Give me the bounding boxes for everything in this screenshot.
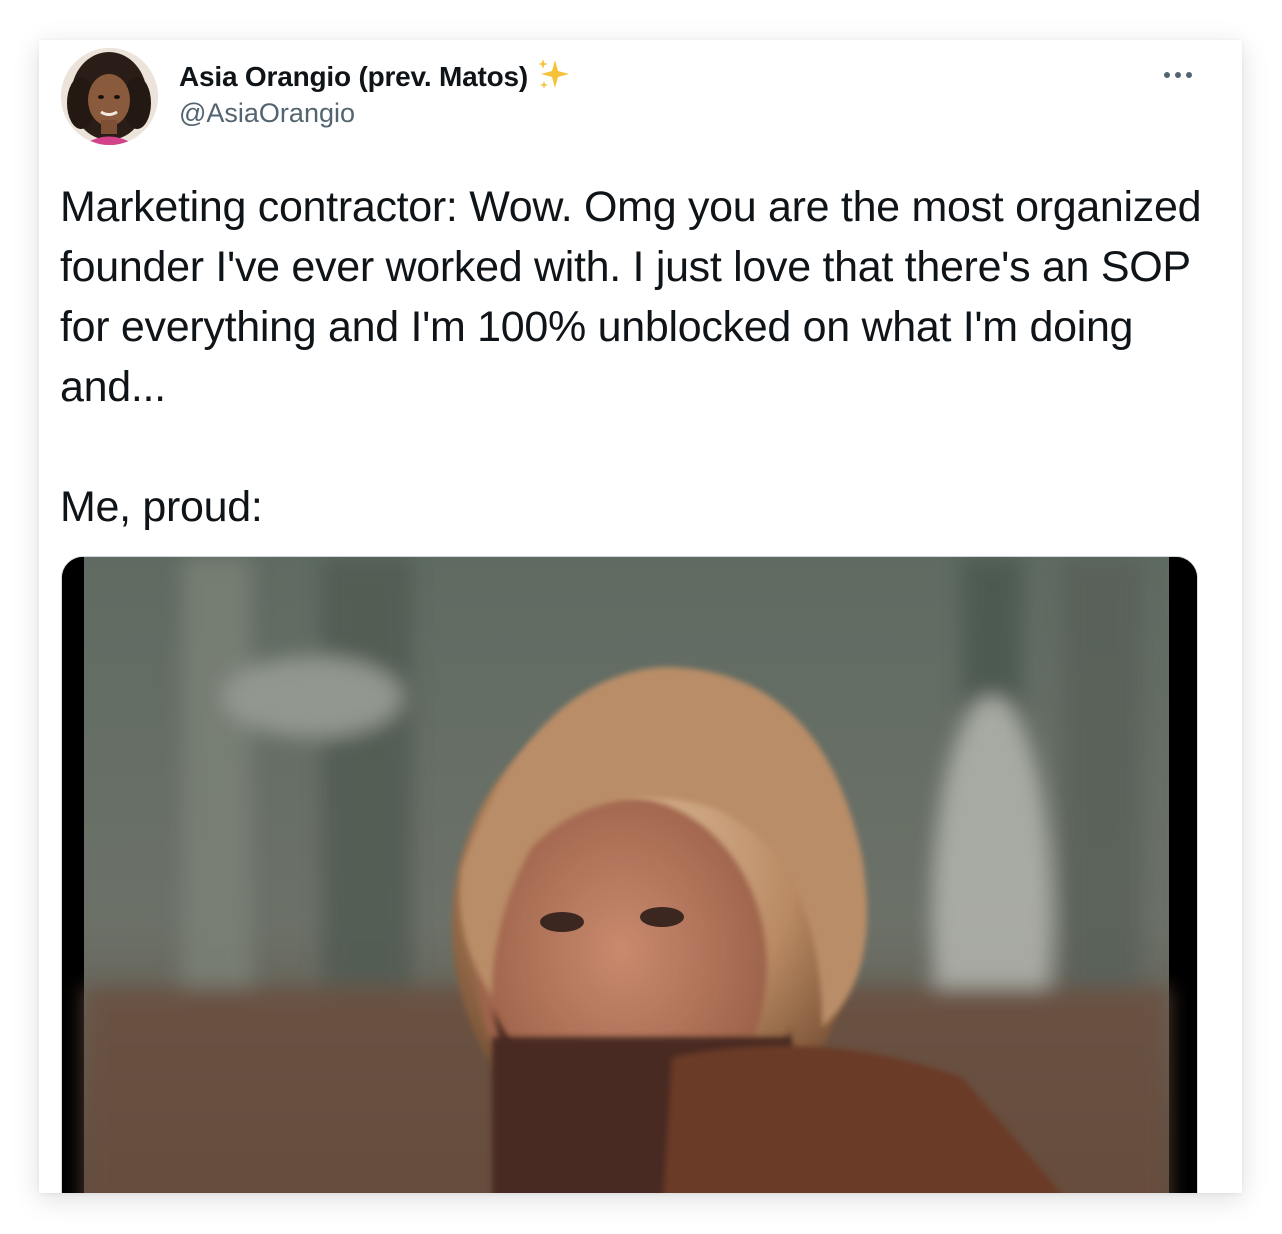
author-handle[interactable]: @AsiaOrangio bbox=[179, 98, 355, 129]
more-options-button[interactable] bbox=[1159, 60, 1197, 90]
tweet-media[interactable] bbox=[61, 556, 1198, 1193]
sparkles-icon bbox=[536, 58, 570, 99]
author-display-name[interactable]: Asia Orangio (prev. Matos) bbox=[179, 58, 570, 99]
tweet-card[interactable]: Asia Orangio (prev. Matos) @AsiaOrangio … bbox=[39, 40, 1242, 1193]
more-horizontal-icon bbox=[1164, 72, 1192, 78]
author-name-text: Asia Orangio (prev. Matos) bbox=[179, 61, 529, 92]
bearded-man-photo bbox=[62, 557, 1197, 1193]
profile-photo-icon bbox=[61, 48, 158, 145]
tweet-text: Marketing contractor: Wow. Omg you are t… bbox=[60, 183, 1202, 531]
author-avatar[interactable] bbox=[61, 48, 158, 145]
